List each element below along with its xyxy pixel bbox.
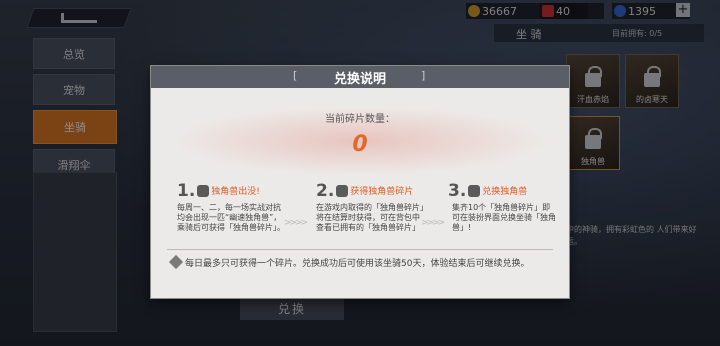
horn-fragment-icon [336,185,349,197]
note-text: 每日最多只可获得一个碎片。兑换成功后可使用该坐骑50天，体验结束后可继续兑换。 [185,259,530,269]
step-2: 2. 获得独角兽碎片 在游戏内取得的「独角兽碎片」将在结算时获得，可在背包中查看已… [316,181,424,233]
info-icon [168,254,184,270]
arrow-icon: >>>> [421,218,445,228]
exchange-info-dialog: [ 兑换说明 ] 当前碎片数量： 0 1. 独角兽出没! 每周一、二，每一场实战对… [151,66,569,298]
step-body: 在游戏内取得的「独角兽碎片」将在结算时获得，可在背包中查看已拥有的「独角兽碎片」 [316,203,424,232]
step-3: 3. 兑换独角兽 集齐10个「独角兽碎片」即可在装扮界面兑换坐骑「独角兽」! [448,181,556,233]
dialog-divider [167,249,553,250]
exchange-icon [468,185,481,197]
step-number: 3. [448,181,467,201]
step-1: 1. 独角兽出没! 每周一、二，每一场实战对抗均会出现一匹“幽速独角兽”，乘骑后可… [177,181,285,233]
step-title: 兑换独角兽 [482,187,528,197]
fragment-count-value: 0 [352,132,368,157]
title-bracket-left: [ [293,69,298,82]
title-bracket-right: ] [421,69,426,82]
fragment-count-label: 当前碎片数量： [325,114,395,125]
dialog-header: [ 兑换说明 ] [151,66,569,88]
step-body: 集齐10个「独角兽碎片」即可在装扮界面兑换坐骑「独角兽」! [452,203,556,232]
dialog-note: 每日最多只可获得一个碎片。兑换成功后可使用该坐骑50天，体验结束后可继续兑换。 [168,254,557,271]
step-number: 2. [316,181,335,201]
dialog-title: 兑换说明 [333,71,386,87]
unicorn-icon [197,185,210,197]
step-title: 独角兽出没! [211,187,260,197]
step-title: 获得独角兽碎片 [350,187,414,197]
step-body: 每周一、二，每一场实战对抗均会出现一匹“幽速独角兽”，乘骑后可获得「独角兽碎片」… [177,203,285,232]
step-number: 1. [177,181,196,201]
arrow-icon: >>>> [284,218,308,228]
